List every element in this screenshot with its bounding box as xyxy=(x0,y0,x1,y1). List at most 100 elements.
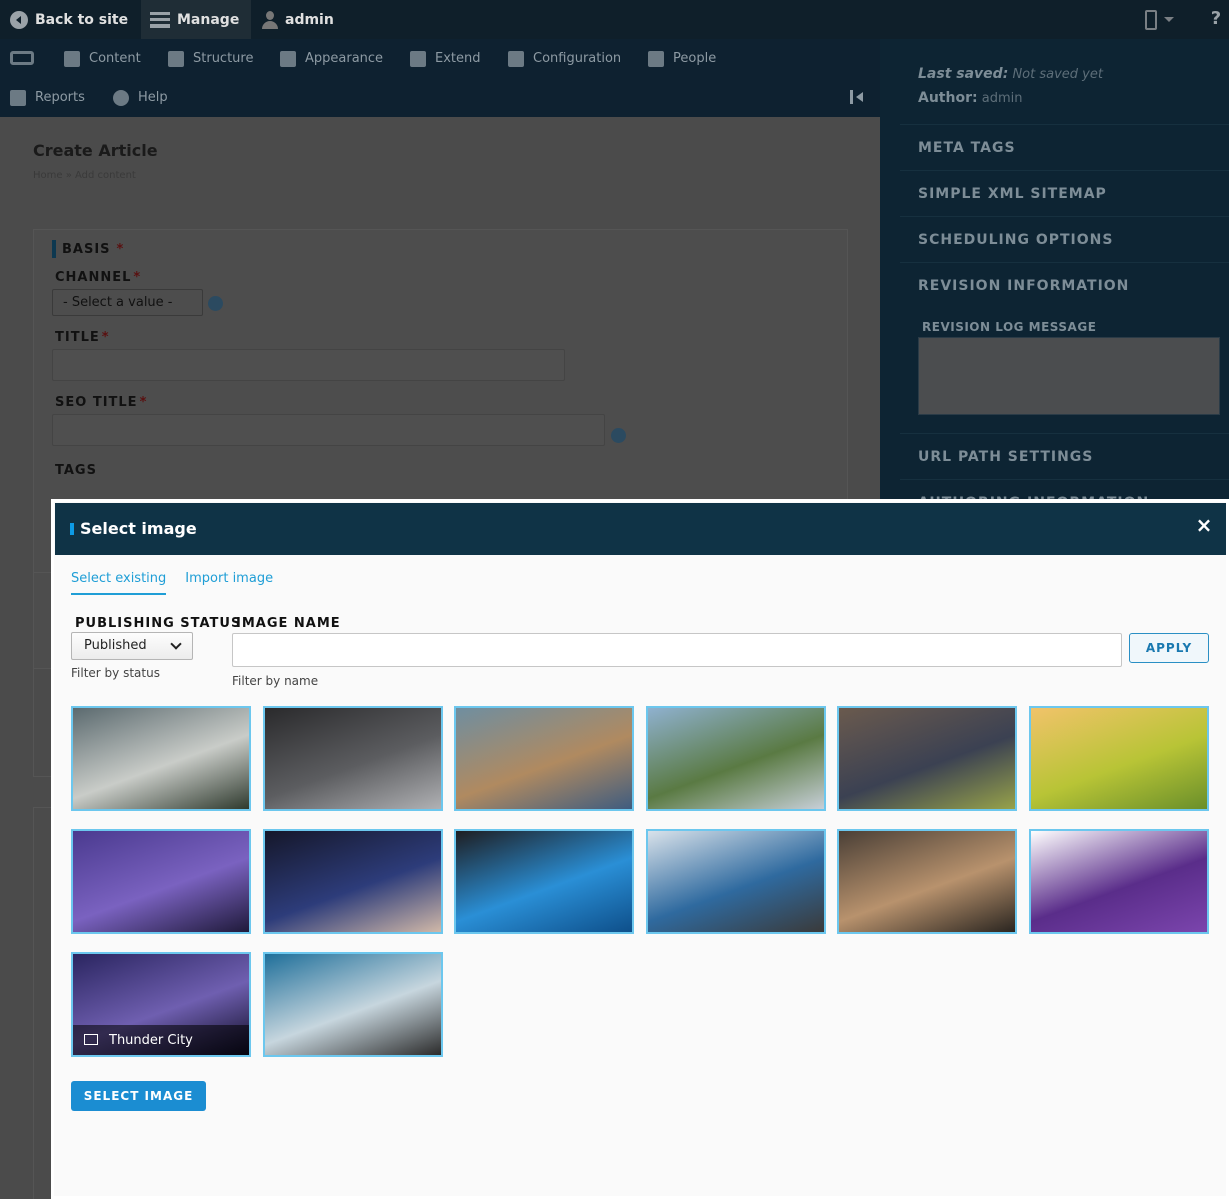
image-caption: Thunder City xyxy=(73,1025,249,1055)
manage-label: Manage xyxy=(177,11,240,28)
back-arrow-icon xyxy=(10,10,28,29)
close-icon[interactable]: × xyxy=(1194,515,1214,535)
last-saved-value: Not saved yet xyxy=(1012,67,1103,82)
tray-item-appearance[interactable]: Appearance xyxy=(280,39,383,78)
people-icon xyxy=(648,50,664,67)
apply-button[interactable]: APPLY xyxy=(1129,633,1209,663)
url-path-section[interactable]: URL PATH SETTINGS xyxy=(900,433,1229,479)
channel-select[interactable]: - Select a value - xyxy=(52,289,203,316)
user-icon xyxy=(262,10,278,29)
manage-tab[interactable]: Manage xyxy=(141,0,251,39)
revision-log-label: REVISION LOG MESSAGE xyxy=(922,320,1097,334)
extend-icon xyxy=(410,50,426,67)
device-preview-icon[interactable] xyxy=(1145,10,1157,30)
image-preview xyxy=(456,708,632,809)
seo-title-label-text: SEO TITLE xyxy=(55,395,138,410)
help-icon[interactable] xyxy=(208,296,223,311)
author-label: Author: xyxy=(918,90,978,106)
back-to-site-label: Back to site xyxy=(35,11,129,28)
required-marker: * xyxy=(101,330,110,345)
chevron-down-icon[interactable] xyxy=(1164,17,1174,22)
image-thumbnail[interactable] xyxy=(71,829,251,934)
help-icon xyxy=(113,89,129,106)
tray-item-help[interactable]: Help xyxy=(113,78,168,117)
tab-select-existing[interactable]: Select existing xyxy=(71,571,167,595)
section-heading: BASIS * xyxy=(52,240,124,258)
help-icon[interactable]: ? xyxy=(1205,8,1227,30)
author-value: admin xyxy=(981,91,1023,106)
section-title: BASIS xyxy=(62,241,111,257)
tray-item-reports[interactable]: Reports xyxy=(10,78,85,117)
image-preview xyxy=(839,831,1015,932)
image-thumbnail[interactable] xyxy=(454,829,634,934)
xml-sitemap-section[interactable]: SIMPLE XML SITEMAP xyxy=(900,170,1229,216)
title-accent xyxy=(70,522,74,535)
image-thumbnail[interactable] xyxy=(262,952,443,1057)
dialog-title: Select image xyxy=(70,519,197,538)
tab-import-image[interactable]: Import image xyxy=(185,571,273,595)
tray-item-label: Content xyxy=(89,51,141,66)
last-saved-label: Last saved: xyxy=(918,66,1009,82)
image-thumbnail[interactable] xyxy=(71,706,251,811)
seo-title-input[interactable] xyxy=(52,414,605,446)
title-label: TITLE * xyxy=(55,330,110,345)
image-preview xyxy=(647,708,824,809)
help-icon[interactable] xyxy=(611,428,626,443)
image-thumbnail[interactable] xyxy=(454,706,634,811)
structure-icon xyxy=(168,50,184,67)
image-preview xyxy=(73,708,249,809)
image-thumbnail[interactable] xyxy=(1028,829,1209,934)
status-description: Filter by status xyxy=(71,666,160,680)
channel-label: CHANNEL * xyxy=(55,270,141,285)
revision-log-textarea[interactable] xyxy=(918,337,1220,415)
last-saved: Last saved: Not saved yet xyxy=(918,66,1103,82)
publishing-status-select[interactable]: Published xyxy=(71,632,193,660)
image-thumbnail[interactable] xyxy=(645,829,826,934)
image-thumbnail[interactable] xyxy=(262,706,443,811)
menu-icon xyxy=(150,11,170,28)
tray-item-label: Appearance xyxy=(305,51,384,66)
tray-item-extend[interactable]: Extend xyxy=(410,39,481,78)
user-label: admin xyxy=(285,11,334,28)
image-preview xyxy=(647,831,824,932)
dialog-tabs: Select existing Import image xyxy=(71,571,292,595)
collapsed-section xyxy=(33,572,53,777)
image-thumbnail[interactable] xyxy=(1028,706,1209,811)
tray-item-label: Configuration xyxy=(533,51,622,66)
image-preview xyxy=(264,954,441,1055)
required-marker: * xyxy=(116,241,125,257)
select-image-button[interactable]: SELECT IMAGE xyxy=(71,1081,206,1111)
channel-select-value: - Select a value - xyxy=(63,295,173,310)
tray-item-people[interactable]: People xyxy=(648,39,716,78)
user-tab[interactable]: admin xyxy=(262,0,334,39)
appearance-icon xyxy=(280,50,296,67)
meta-tags-section[interactable]: META TAGS xyxy=(900,124,1229,170)
image-thumbnail[interactable] xyxy=(837,706,1017,811)
site-logo-icon[interactable] xyxy=(10,51,34,65)
tray-item-structure[interactable]: Structure xyxy=(168,39,253,78)
admin-menu-tray: Content Structure Appearance Extend Conf… xyxy=(0,39,880,117)
collapse-tray-icon[interactable] xyxy=(850,90,870,104)
breadcrumb: Home » Add content xyxy=(33,170,136,181)
reports-icon xyxy=(10,89,26,106)
chevron-down-icon xyxy=(170,638,182,650)
name-description: Filter by name xyxy=(232,674,319,688)
publishing-status-label: PUBLISHING STATUS xyxy=(75,616,242,631)
image-name-input[interactable] xyxy=(232,633,1122,667)
collapsed-section xyxy=(33,807,53,1199)
tray-item-content[interactable]: Content xyxy=(64,39,141,78)
dialog-header: Select image × xyxy=(55,503,1226,555)
image-thumbnail[interactable] xyxy=(837,829,1017,934)
scheduling-section[interactable]: SCHEDULING OPTIONS xyxy=(900,216,1229,262)
author: Author: admin xyxy=(918,90,1022,106)
seo-title-label: SEO TITLE * xyxy=(55,395,147,410)
tray-item-configuration[interactable]: Configuration xyxy=(508,39,621,78)
page-title: Create Article xyxy=(33,141,158,160)
image-preview xyxy=(839,708,1015,809)
title-input[interactable] xyxy=(52,349,565,381)
revision-section[interactable]: REVISION INFORMATION xyxy=(900,262,1229,308)
image-thumbnail[interactable] xyxy=(645,706,826,811)
image-thumbnail[interactable] xyxy=(262,829,443,934)
back-to-site-link[interactable]: Back to site xyxy=(10,0,128,39)
image-thumbnail[interactable]: Thunder City xyxy=(71,952,251,1057)
